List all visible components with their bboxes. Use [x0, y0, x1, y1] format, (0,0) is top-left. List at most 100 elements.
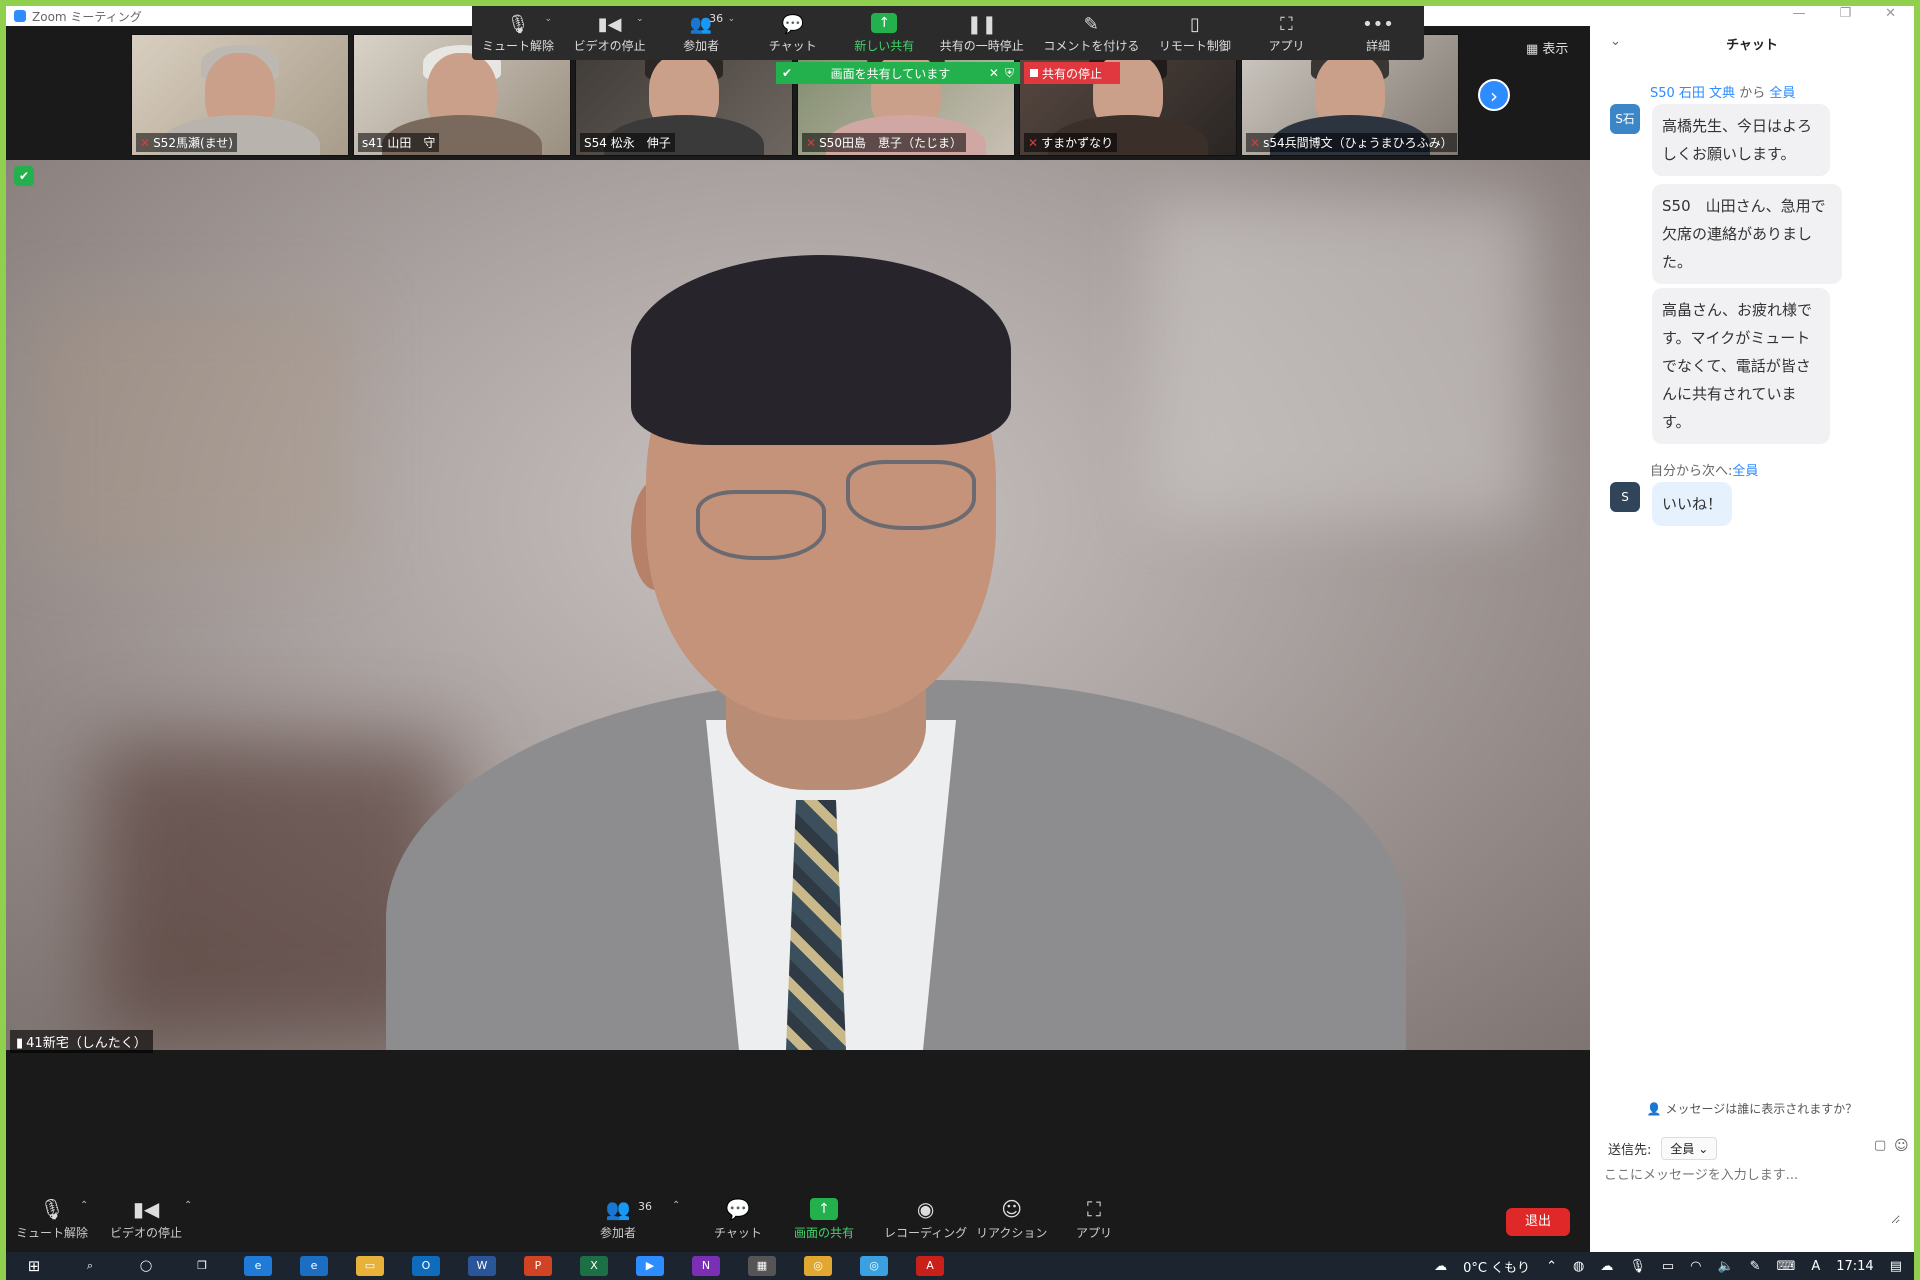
stop-video-button[interactable]: ▮◀ ⌄ ビデオの停止: [574, 6, 646, 60]
chevron-down-icon[interactable]: ⌄: [544, 14, 552, 24]
stop-video-button[interactable]: ▮◀ ビデオの停止: [110, 1194, 182, 1241]
stop-share-button[interactable]: 共有の停止: [1024, 62, 1120, 84]
participant-name-label: ✕ S52馬瀬(ませ): [136, 133, 237, 152]
message-sender-line: S50 石田 文典 から 全員: [1650, 86, 1796, 101]
chevron-down-icon[interactable]: ⌄: [636, 14, 644, 24]
chevron-up-icon[interactable]: ⌃: [80, 1200, 88, 1211]
minimize-icon[interactable]: —: [1792, 6, 1805, 21]
participants-button[interactable]: 👥 参加者: [600, 1194, 636, 1241]
chat-message-bubble[interactable]: いいね！: [1652, 482, 1733, 526]
chevron-down-icon[interactable]: ⌄: [1610, 34, 1621, 49]
stop-square-icon: [1030, 69, 1038, 77]
volume-icon[interactable]: 🔈: [1717, 1259, 1733, 1274]
chat-button[interactable]: 💬 チャット: [714, 1194, 762, 1241]
browser-icon[interactable]: ◎: [860, 1256, 888, 1276]
zoom-logo-icon: [14, 10, 26, 22]
acrobat-icon[interactable]: A: [916, 1256, 944, 1276]
avatar[interactable]: S石: [1610, 104, 1640, 134]
chevron-down-icon[interactable]: ⌄: [728, 14, 736, 24]
view-button[interactable]: ▦ 表示: [1526, 38, 1568, 57]
wifi-icon[interactable]: ◠: [1690, 1259, 1701, 1274]
reaction-button[interactable]: ☺ リアクション: [976, 1194, 1047, 1241]
apps-icon: ⛶: [1087, 1197, 1101, 1221]
close-icon[interactable]: ✕: [1885, 6, 1896, 21]
new-share-button[interactable]: ↑ 新しい共有: [848, 6, 920, 60]
chat-icon: 💬: [781, 14, 804, 35]
network-icon[interactable]: ◍: [1573, 1259, 1584, 1274]
task-view-icon[interactable]: ❐: [188, 1256, 216, 1276]
send-to-row: 送信先: 全員 ⌄: [1608, 1137, 1718, 1160]
apps-button[interactable]: ⛶ アプリ: [1076, 1194, 1112, 1241]
chat-message-bubble[interactable]: 高畠さん、お疲れ様です。マイクがミュートでなくて、電話が皆さんに共有されています…: [1652, 288, 1830, 444]
pause-share-button[interactable]: ❚❚ 共有の一時停止: [940, 6, 1024, 60]
participant-thumbnail[interactable]: ✕ S52馬瀬(ませ): [131, 34, 349, 156]
chevron-up-icon[interactable]: ⌃: [1546, 1259, 1557, 1274]
file-explorer-icon[interactable]: ▭: [356, 1256, 384, 1276]
mic-muted-icon: ✕: [1028, 136, 1039, 150]
chat-button[interactable]: 💬 チャット: [757, 6, 829, 60]
next-page-arrow-icon[interactable]: ›: [1478, 79, 1510, 111]
person-icon: 👤: [1646, 1102, 1666, 1116]
weather-text[interactable]: 0°C くもり: [1463, 1257, 1530, 1276]
recipient-select[interactable]: 全員 ⌄: [1661, 1137, 1718, 1160]
annotate-button[interactable]: ✎ コメントを付ける: [1043, 6, 1139, 60]
onedrive-icon[interactable]: ☁: [1600, 1259, 1613, 1274]
participants-count: 36: [638, 1200, 652, 1213]
edge-icon[interactable]: e: [244, 1256, 272, 1276]
ime-indicator[interactable]: A: [1811, 1259, 1820, 1274]
speaker-glasses-left: [696, 490, 826, 560]
mouse-icon: ▯: [1189, 14, 1200, 35]
chat-message-bubble[interactable]: 高橋先生、今日はよろしくお願いします。: [1652, 104, 1830, 176]
keyboard-icon[interactable]: ⌨: [1777, 1259, 1796, 1274]
mic-off-icon: 🎙: [506, 14, 530, 35]
mic-muted-icon: ✕: [1250, 136, 1261, 150]
powerpoint-icon[interactable]: P: [524, 1256, 552, 1276]
who-can-see-link[interactable]: 👤 メッセージは誰に表示されますか？: [1590, 1100, 1914, 1117]
share-screen-button[interactable]: ↑ 画面の共有: [794, 1194, 854, 1241]
participants-button[interactable]: 👥 36 ⌄ 参加者: [665, 6, 737, 60]
calendar-icon[interactable]: ▦: [748, 1256, 776, 1276]
ie-icon[interactable]: e: [300, 1256, 328, 1276]
clock[interactable]: 17:14: [1836, 1259, 1873, 1274]
leave-button[interactable]: 退出: [1506, 1208, 1570, 1236]
avatar[interactable]: S: [1610, 482, 1640, 512]
apps-button[interactable]: ⛶ アプリ: [1250, 6, 1322, 60]
excel-icon[interactable]: X: [580, 1256, 608, 1276]
screen-sharing-banner: ✔ 画面を共有しています ✕ ⛨: [776, 62, 1020, 84]
search-icon[interactable]: ⌕: [76, 1256, 104, 1276]
more-button[interactable]: ••• 詳細: [1342, 6, 1414, 60]
chat-message-input[interactable]: [1604, 1164, 1900, 1224]
pen-icon[interactable]: ✎: [1750, 1259, 1761, 1274]
unmute-button[interactable]: 🎙 ミュート解除: [16, 1194, 88, 1241]
chat-icon: 💬: [725, 1197, 751, 1221]
participant-name-label: s41 山田 守: [358, 133, 440, 152]
video-camera-icon: ▮◀: [597, 14, 622, 35]
chevron-down-icon: ⌄: [1698, 1142, 1709, 1156]
security-shield-icon[interactable]: ✔: [14, 166, 34, 186]
participant-name-label: ✕ S50田島 恵子（たじま）: [802, 133, 966, 152]
system-tray: ☁ 0°C くもり ⌃ ◍ ☁ 🎙 ▭ ◠ 🔈 ✎ ⌨ A 17:14 ▤: [1434, 1252, 1902, 1280]
battery-icon[interactable]: ▭: [1662, 1259, 1674, 1274]
notifications-icon[interactable]: ▤: [1890, 1259, 1902, 1274]
mic-off-icon: 🎙: [39, 1197, 65, 1221]
chrome-icon[interactable]: ◎: [804, 1256, 832, 1276]
file-icon[interactable]: ▢: [1874, 1138, 1886, 1153]
chat-message-bubble[interactable]: S50 山田さん、急用で欠席の連絡がありました。: [1652, 184, 1842, 284]
chevron-up-icon[interactable]: ⌃: [672, 1200, 680, 1211]
outlook-icon[interactable]: O: [412, 1256, 440, 1276]
word-icon[interactable]: W: [468, 1256, 496, 1276]
share-toolbar: 🎙 ⌄ ミュート解除 ▮◀ ⌄ ビデオの停止 👥 36 ⌄ 参加者 💬 チャット ↑ 新しい共有 …: [472, 6, 1424, 60]
onenote-icon[interactable]: N: [692, 1256, 720, 1276]
unmute-button[interactable]: 🎙 ⌄ ミュート解除: [482, 6, 554, 60]
video-camera-icon: ▮◀: [132, 1197, 160, 1221]
emoji-icon[interactable]: ☺: [1894, 1138, 1909, 1154]
cortana-icon[interactable]: ◯: [132, 1256, 160, 1276]
recording-button[interactable]: ◉ レコーディング: [884, 1194, 967, 1241]
zoom-app-icon[interactable]: ▶: [636, 1256, 664, 1276]
windows-start-icon[interactable]: ⊞: [20, 1256, 48, 1276]
chevron-up-icon[interactable]: ⌃: [184, 1200, 192, 1211]
chat-header: ⌄ チャット: [1590, 26, 1914, 60]
remote-control-button[interactable]: ▯ リモート制御: [1159, 6, 1231, 60]
restore-icon[interactable]: ❐: [1839, 6, 1851, 21]
microphone-icon[interactable]: 🎙: [1629, 1259, 1646, 1274]
